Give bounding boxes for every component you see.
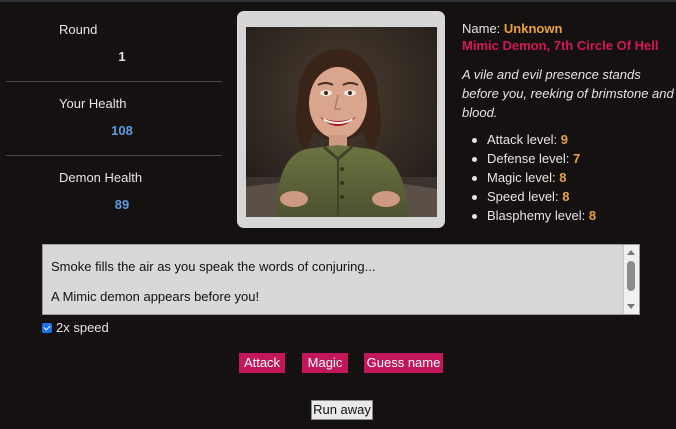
your-health-value: 108 [111,123,133,138]
scroll-up-arrow-icon[interactable] [627,250,635,255]
stats-panel: Round 1 Your Health 108 Demon Health 89 [6,8,222,229]
speed-checkbox[interactable] [42,322,52,333]
demon-health-value: 89 [114,197,130,212]
scroll-thumb[interactable] [627,261,635,291]
your-health-stat: Your Health 108 [6,82,222,156]
demon-title: Mimic Demon, 7th Circle Of Hell [462,38,659,53]
run-away-button[interactable]: Run away [311,400,373,420]
demon-portrait-image [246,27,437,217]
demon-portrait-frame [237,11,445,228]
combat-log[interactable]: Smoke fills the air as you speak the wor… [42,244,640,315]
demon-name-label: Name: [462,21,501,36]
demon-levels-list: Attack level: 9 Defense level: 7 Magic l… [462,130,674,225]
log-scrollbar[interactable] [623,245,639,314]
guess-name-button[interactable]: Guess name [364,353,443,373]
defense-level: Defense level: 7 [462,149,674,168]
log-line: A Mimic demon appears before you! [51,289,260,304]
blasphemy-level: Blasphemy level: 8 [462,206,674,225]
log-line: Smoke fills the air as you speak the wor… [51,259,376,274]
round-label: Round [59,22,98,37]
speed-label: 2x speed [56,320,109,335]
speed-level: Speed level: 8 [462,187,674,206]
speed-toggle[interactable]: 2x speed [42,320,109,335]
demon-portrait [246,27,437,217]
attack-level: Attack level: 9 [462,130,674,149]
magic-level: Magic level: 8 [462,168,674,187]
top-border [0,0,676,2]
round-stat: Round 1 [6,8,222,82]
your-health-label: Your Health [59,96,127,111]
round-value: 1 [118,49,126,64]
demon-health-label: Demon Health [59,170,143,185]
demon-health-stat: Demon Health 89 [6,156,222,229]
demon-name-line: Name: Unknown [462,20,674,37]
demon-name-value: Unknown [503,21,563,36]
attack-button[interactable]: Attack [239,353,285,373]
demon-description: A vile and evil presence stands before y… [462,67,674,120]
magic-button[interactable]: Magic [302,353,348,373]
scroll-down-arrow-icon[interactable] [627,304,635,309]
demon-info: Name: Unknown Mimic Demon, 7th Circle Of… [462,20,674,225]
